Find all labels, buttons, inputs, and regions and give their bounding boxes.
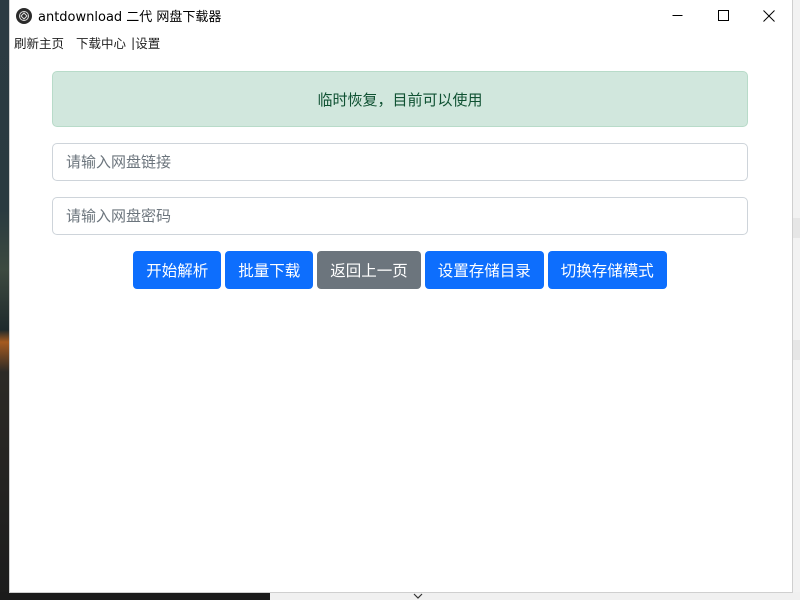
main-content: 临时恢复，目前可以使用 开始解析 批量下载 返回上一页 设置存储目录 切换存储模… [52, 71, 748, 289]
background-window-bottom [270, 592, 800, 600]
maximize-button[interactable] [700, 0, 746, 31]
background-window-row [792, 218, 800, 238]
action-buttons: 开始解析 批量下载 返回上一页 设置存储目录 切换存储模式 [52, 251, 748, 289]
maximize-icon [717, 10, 729, 21]
password-input[interactable] [52, 197, 748, 235]
set-storage-dir-button[interactable]: 设置存储目录 [424, 251, 544, 289]
close-button[interactable] [746, 0, 792, 31]
status-alert: 临时恢复，目前可以使用 [52, 71, 748, 127]
menu-settings[interactable]: 设置 [135, 33, 160, 52]
menu-refresh-home[interactable]: 刷新主页 [14, 33, 64, 52]
batch-download-button[interactable]: 批量下载 [225, 251, 314, 289]
status-alert-text: 临时恢复，目前可以使用 [317, 90, 483, 109]
app-logo-icon [16, 7, 32, 24]
minimize-button[interactable] [654, 0, 700, 31]
go-back-button[interactable]: 返回上一页 [317, 251, 421, 289]
parse-button[interactable]: 开始解析 [133, 251, 222, 289]
taskbar-left [0, 592, 270, 600]
background-window-row [792, 340, 800, 360]
window-title: antdownload 二代 网盘下载器 [38, 10, 222, 25]
close-icon [763, 9, 775, 22]
window-controls [654, 0, 792, 31]
link-input[interactable] [52, 143, 748, 181]
switch-storage-mode-button[interactable]: 切换存储模式 [547, 251, 667, 289]
title-bar[interactable]: antdownload 二代 网盘下载器 [10, 0, 792, 31]
minimize-icon [672, 15, 682, 16]
desktop-background-left [0, 0, 10, 600]
chevron-down-icon [413, 593, 423, 599]
menu-bar: 刷新主页 下载中心 | 设置 [10, 31, 792, 53]
app-window: antdownload 二代 网盘下载器 刷新主页 下载中心 | 设置 临时恢复… [10, 0, 792, 592]
menu-download-center[interactable]: 下载中心 [76, 33, 126, 52]
background-window-right [791, 0, 800, 600]
